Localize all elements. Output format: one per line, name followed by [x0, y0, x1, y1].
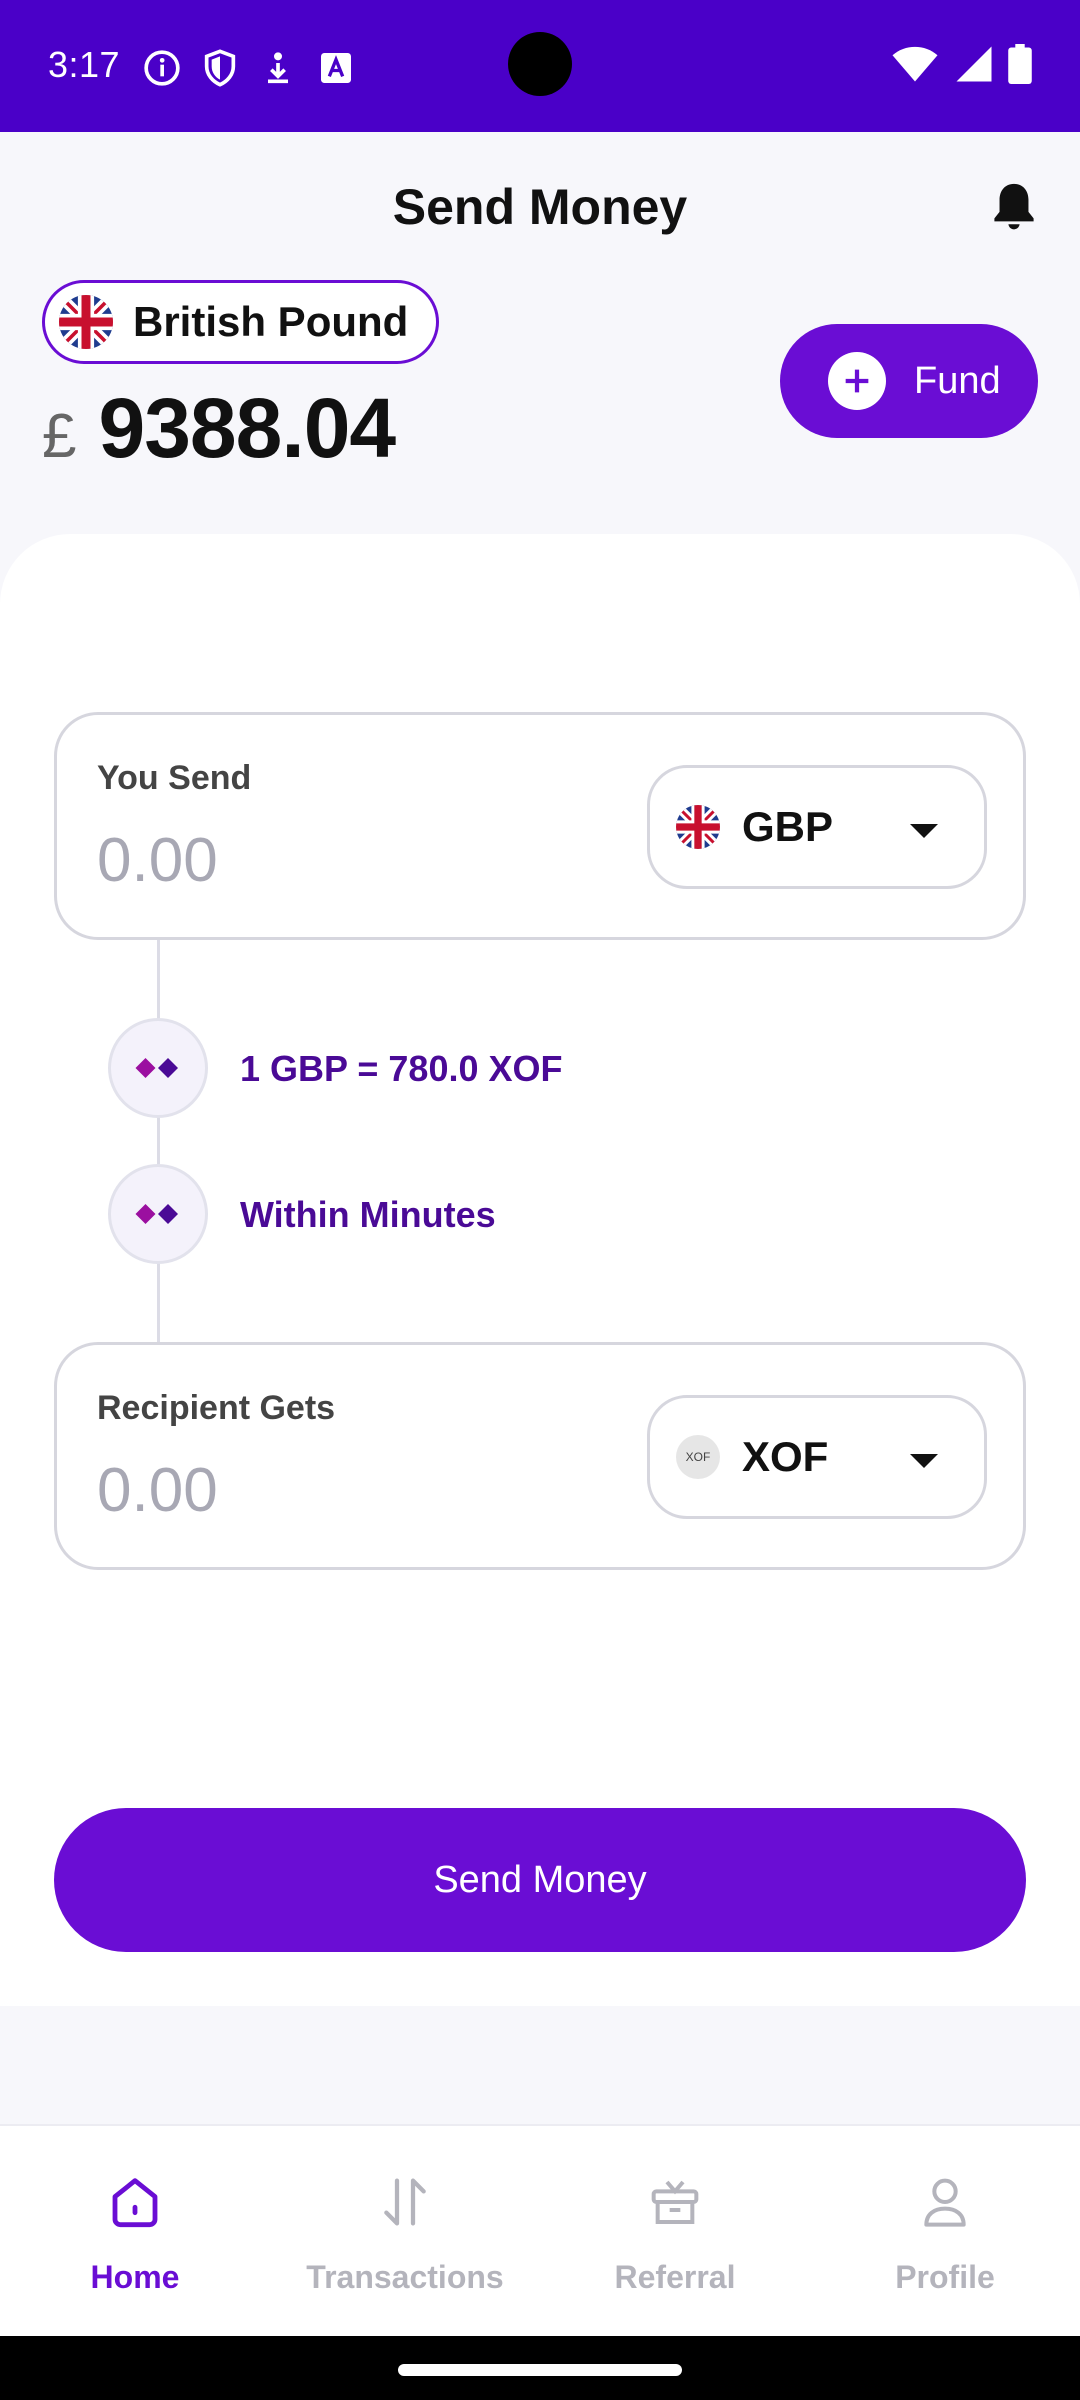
- nav-home-label: Home: [90, 2259, 180, 2295]
- page-title: Send Money: [392, 179, 688, 235]
- balance-amount: 9388.04: [98, 381, 396, 475]
- receive-amount-input[interactable]: 0.00: [97, 1455, 218, 1526]
- receive-currency-select[interactable]: XOF XOF: [647, 1395, 987, 1519]
- send-amount-box: You Send 0.00 GBP: [54, 712, 1026, 940]
- shield-icon: [204, 49, 236, 87]
- transactions-icon: [384, 2178, 426, 2226]
- uk-flag-icon: [676, 805, 720, 849]
- exchange-rate-icon: [108, 1018, 208, 1118]
- status-icons-left: [142, 48, 356, 88]
- signal-icon: [956, 46, 992, 82]
- home-icon: [112, 2178, 158, 2228]
- dropdown-caret-icon: [910, 824, 938, 838]
- receive-label: Recipient Gets: [97, 1389, 336, 1427]
- nav-home[interactable]: Home: [0, 2170, 270, 2296]
- header: Send Money: [0, 132, 1080, 272]
- status-icons-right: [890, 44, 1032, 84]
- status-bar: 3:17: [0, 0, 1080, 132]
- nav-profile-label: Profile: [895, 2259, 995, 2295]
- wallet-currency-selector[interactable]: British Pound: [42, 280, 440, 364]
- wallet-currency-name: British Pound: [133, 298, 409, 345]
- delivery-speed-icon: [108, 1164, 208, 1264]
- send-money-button[interactable]: Send Money: [54, 1808, 1026, 1952]
- download-icon: [268, 52, 288, 84]
- profile-icon: [924, 2178, 966, 2227]
- nav-referral-label: Referral: [614, 2259, 736, 2295]
- send-currency-code: GBP: [742, 803, 834, 850]
- bell-icon[interactable]: [986, 178, 1042, 234]
- a-icon: [321, 53, 351, 83]
- send-amount-input[interactable]: 0.00: [97, 825, 218, 896]
- nav-profile[interactable]: Profile: [810, 2170, 1080, 2296]
- delivery-speed: Within Minutes: [240, 1194, 496, 1235]
- wifi-icon: [892, 46, 938, 82]
- camera-cutout: [508, 32, 572, 96]
- currency-symbol: £: [42, 402, 77, 471]
- fund-label: Fund: [914, 359, 1001, 402]
- xof-currency-icon: XOF: [676, 1435, 720, 1479]
- balance: £ 9388.04: [42, 380, 396, 477]
- home-gesture-handle[interactable]: [398, 2364, 682, 2376]
- fund-button[interactable]: Fund: [780, 324, 1038, 438]
- timeline-line: [157, 940, 160, 1342]
- send-currency-select[interactable]: GBP: [647, 765, 987, 889]
- receive-currency-code: XOF: [742, 1433, 829, 1480]
- info-icon: [144, 50, 180, 86]
- nav-transactions[interactable]: Transactions: [270, 2170, 540, 2296]
- bottom-nav: Home Transactions Referral Profile: [0, 2124, 1080, 2336]
- battery-icon: [1008, 44, 1032, 84]
- dropdown-caret-icon: [910, 1454, 938, 1468]
- gesture-bar: [0, 2336, 1080, 2400]
- uk-flag-icon: [59, 295, 113, 349]
- nav-referral[interactable]: Referral: [540, 2170, 810, 2296]
- exchange-rate: 1 GBP = 780.0 XOF: [240, 1048, 563, 1089]
- gift-icon: [651, 2180, 699, 2224]
- receive-amount-box: Recipient Gets 0.00 XOF XOF: [54, 1342, 1026, 1570]
- plus-icon: [828, 352, 886, 410]
- nav-transactions-label: Transactions: [306, 2259, 504, 2295]
- status-time: 3:17: [48, 44, 121, 85]
- send-label: You Send: [97, 759, 252, 797]
